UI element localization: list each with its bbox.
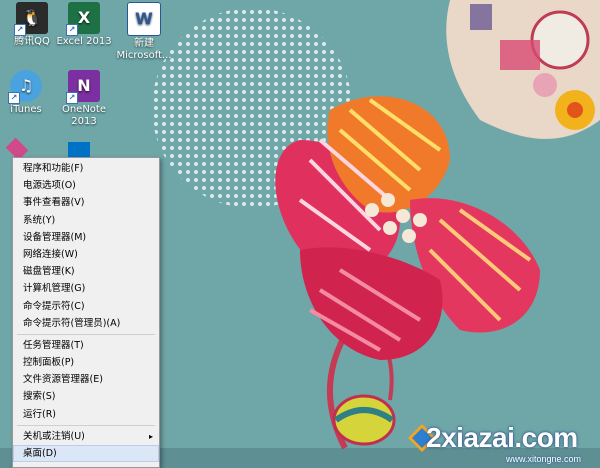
menu-separator [17, 424, 155, 426]
desktop-icon-label: iTunes [10, 104, 42, 115]
menu-item-run[interactable]: 运行(R) [13, 406, 159, 423]
outlook-icon [68, 142, 90, 158]
watermark-logo: 2xiazai.com www.xitongne.com [408, 412, 598, 466]
menu-item-device-manager[interactable]: 设备管理器(M) [13, 229, 159, 246]
menu-item-event-viewer[interactable]: 事件查看器(V) [13, 194, 159, 211]
submenu-arrow-icon: ▸ [148, 431, 153, 441]
onenote-icon: N ↗ [66, 70, 100, 104]
menu-item-task-manager[interactable]: 任务管理器(T) [13, 337, 159, 354]
qq-penguin-icon: 🐧 ↗ [14, 2, 48, 36]
menu-item-system[interactable]: 系统(Y) [13, 212, 159, 229]
desktop-icon-itunes[interactable]: ♫ ↗ iTunes [0, 70, 58, 116]
menu-item-network-connections[interactable]: 网络连接(W) [13, 246, 159, 263]
watermark-url: www.xitongne.com [506, 454, 582, 464]
menu-item-search[interactable]: 搜索(S) [13, 388, 159, 405]
desktop-icon-word-doc[interactable]: W 新建 Microsoft... [112, 2, 176, 62]
menu-item-programs-features[interactable]: 程序和功能(F) [13, 160, 159, 177]
itunes-icon: ♫ ↗ [8, 70, 42, 104]
desktop-icon-label: Excel 2013 [56, 36, 112, 47]
winx-context-menu: 程序和功能(F) 电源选项(O) 事件查看器(V) 系统(Y) 设备管理器(M)… [12, 157, 160, 468]
menu-item-file-explorer[interactable]: 文件资源管理器(E) [13, 371, 159, 388]
menu-item-computer-management[interactable]: 计算机管理(G) [13, 280, 159, 297]
word-document-icon: W [127, 2, 161, 36]
menu-separator [17, 333, 155, 335]
menu-item-command-prompt[interactable]: 命令提示符(C) [13, 298, 159, 315]
desktop-icon-onenote[interactable]: N ↗ OneNote 2013 [52, 70, 116, 128]
menu-item-power-options[interactable]: 电源选项(O) [13, 177, 159, 194]
desktop-icon-label: 新建 Microsoft... [116, 38, 172, 61]
menu-item-disk-management[interactable]: 磁盘管理(K) [13, 263, 159, 280]
menu-item-label: 关机或注销(U) [23, 430, 85, 442]
menu-item-command-prompt-admin[interactable]: 命令提示符(管理员)(A) [13, 315, 159, 332]
excel-icon: X ↗ [66, 2, 100, 36]
menu-item-shutdown-signout[interactable]: 关机或注销(U) ▸ [13, 428, 159, 445]
watermark-text: 2xiazai.com [426, 422, 578, 453]
desktop: 🐧 ↗ 腾讯QQ X ↗ Excel 2013 W 新建 Microsoft... … [0, 0, 600, 468]
desktop-icon-excel[interactable]: X ↗ Excel 2013 [52, 2, 116, 48]
desktop-icon-label: OneNote 2013 [61, 104, 107, 127]
menu-item-control-panel[interactable]: 控制面板(P) [13, 354, 159, 371]
menu-item-desktop[interactable]: 桌面(D) [13, 445, 159, 463]
